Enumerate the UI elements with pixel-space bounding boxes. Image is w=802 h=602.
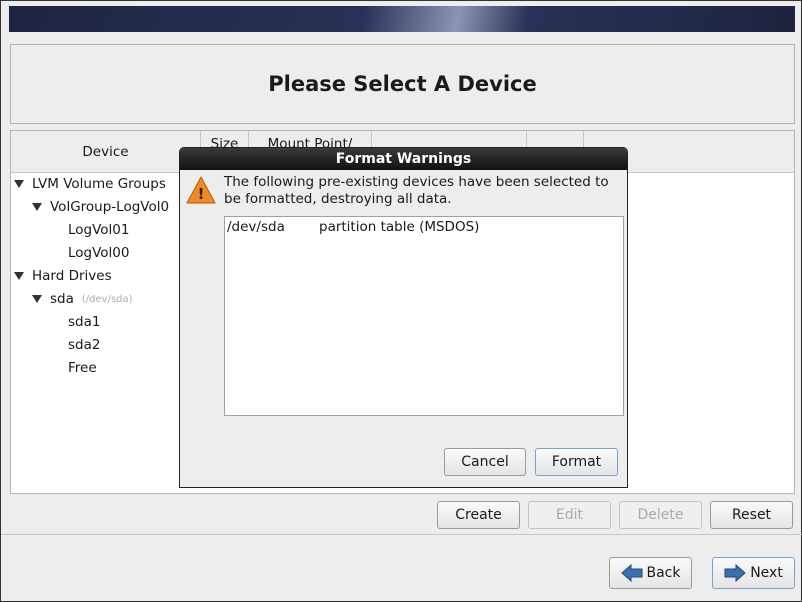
device-path: /dev/sda: [227, 219, 285, 235]
format-button[interactable]: Format: [535, 448, 618, 476]
back-button[interactable]: Back: [609, 557, 692, 589]
tree-row[interactable]: LVM Volume Groups: [14, 173, 166, 195]
tree-row-label: sda: [50, 291, 74, 307]
page-title: Please Select A Device: [268, 72, 537, 96]
cancel-button[interactable]: Cancel: [444, 448, 526, 476]
tree-row-path: (/dev/sda): [81, 293, 133, 305]
back-label: Back: [646, 565, 681, 581]
expander-icon[interactable]: [32, 295, 42, 303]
tree-row-label: sda2: [68, 337, 101, 353]
device-description: partition table (MSDOS): [319, 219, 480, 235]
tree-row-label: sda1: [68, 314, 101, 330]
tree-row[interactable]: VolGroup-LogVol0: [32, 196, 169, 218]
tree-row[interactable]: sda (/dev/sda): [32, 288, 133, 310]
warning-icon: !: [186, 176, 216, 204]
tree-row[interactable]: Hard Drives: [14, 265, 112, 287]
tree-row-label: VolGroup-LogVol0: [50, 199, 170, 215]
header-banner: [9, 6, 795, 32]
column-device[interactable]: Device: [11, 131, 201, 173]
edit-button[interactable]: Edit: [528, 501, 611, 529]
tree-row-label: LVM Volume Groups: [32, 176, 166, 192]
list-item[interactable]: /dev/sda partition table (MSDOS): [227, 219, 621, 235]
svg-text:!: !: [198, 185, 205, 203]
tree-row[interactable]: sda1: [68, 311, 100, 333]
tree-row[interactable]: Free: [68, 357, 97, 379]
next-label: Next: [750, 565, 783, 581]
next-arrow-icon: [724, 564, 746, 582]
tree-row-label: Hard Drives: [32, 268, 112, 284]
device-list[interactable]: /dev/sda partition table (MSDOS): [224, 216, 624, 416]
reset-button[interactable]: Reset: [710, 501, 793, 529]
tree-row-label: LogVol00: [68, 245, 130, 261]
expander-icon[interactable]: [14, 272, 24, 280]
dialog-message: The following pre-existing devices have …: [224, 174, 609, 207]
tree-row-label: LogVol01: [68, 222, 130, 238]
tree-row[interactable]: LogVol01: [68, 219, 130, 241]
expander-icon[interactable]: [14, 180, 24, 188]
separator: [1, 534, 802, 535]
dialog-title: Format Warnings: [180, 148, 627, 170]
format-warnings-dialog: Format Warnings ! The following pre-exis…: [179, 147, 628, 488]
tree-row[interactable]: sda2: [68, 334, 100, 356]
create-button[interactable]: Create: [437, 501, 520, 529]
title-box: Please Select A Device: [10, 44, 795, 124]
next-button[interactable]: Next: [712, 557, 795, 589]
expander-icon[interactable]: [32, 203, 42, 211]
tree-row[interactable]: LogVol00: [68, 242, 130, 264]
back-arrow-icon: [620, 564, 642, 582]
tree-row-label: Free: [68, 360, 97, 376]
delete-button[interactable]: Delete: [619, 501, 702, 529]
